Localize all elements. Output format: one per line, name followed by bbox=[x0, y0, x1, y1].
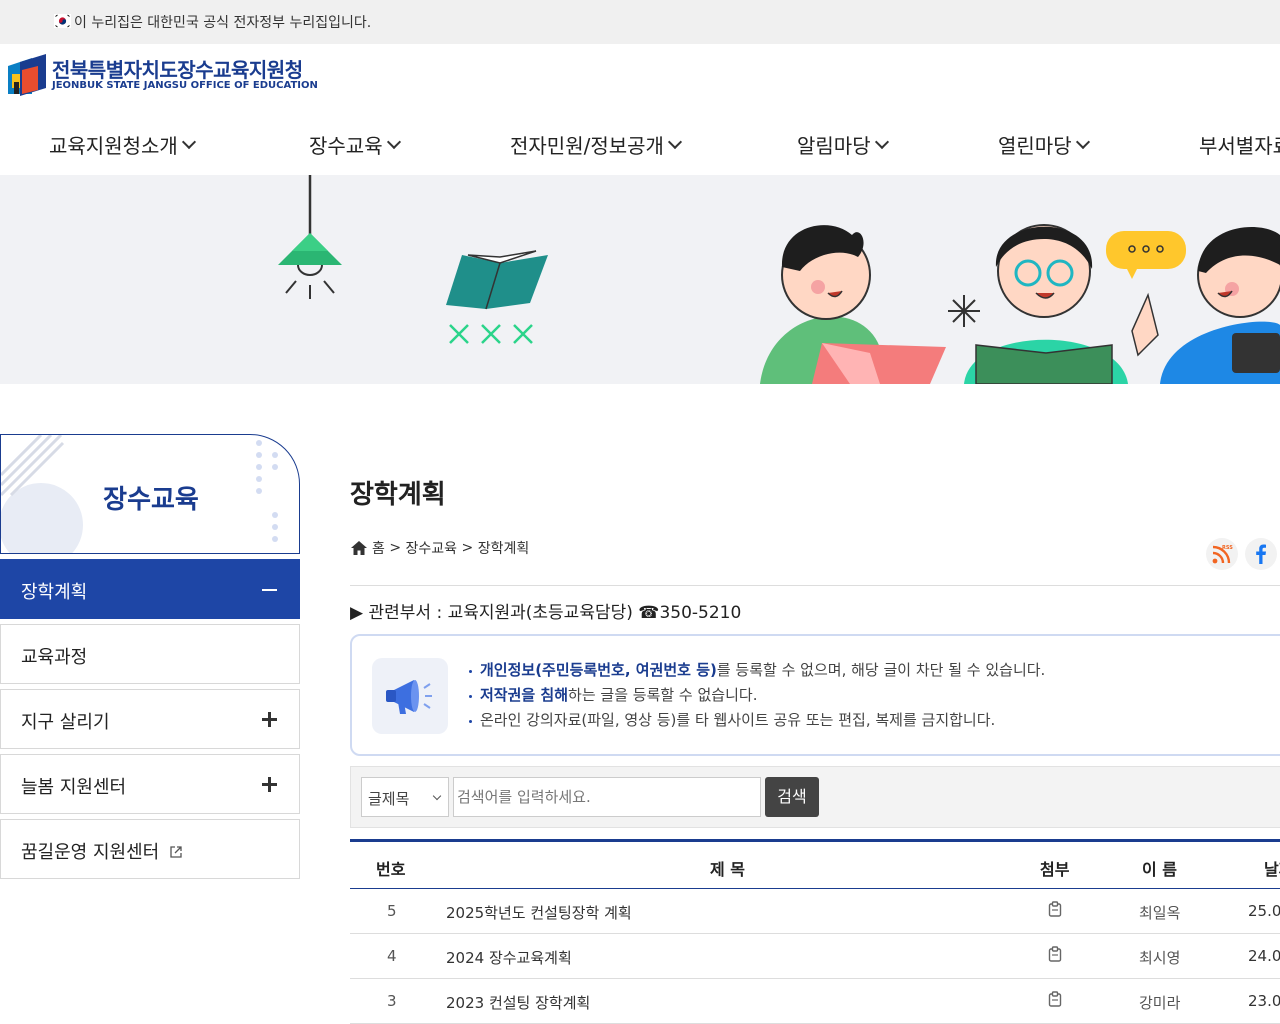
lnb-item-label: 장학계획 bbox=[21, 582, 88, 603]
lnb-item-dreampath-center[interactable]: 꿈길운영 지원센터 bbox=[0, 819, 300, 879]
table-row: 4 2024 장수교육계획 최시영 24.0 bbox=[350, 934, 1280, 979]
col-title: 제 목 bbox=[710, 860, 746, 879]
gnb-label: 부서별자료 bbox=[1199, 134, 1280, 158]
notice-text: 하는 글을 등록할 수 없습니다. bbox=[568, 686, 758, 704]
lnb-item-label: 교육과정 bbox=[21, 647, 88, 668]
gov-banner-text: 이 누리집은 대한민국 공식 전자정부 누리집입니다. bbox=[74, 15, 372, 31]
chevron-down-icon bbox=[181, 134, 196, 149]
row-date: 23.0 bbox=[1248, 992, 1280, 1010]
col-num: 번호 bbox=[376, 860, 406, 879]
notice-emphasis: 개인정보(주민등록번호, 여권번호 등) bbox=[480, 661, 717, 679]
korea-flag-icon bbox=[54, 14, 71, 28]
lnb-item-curriculum[interactable]: 교육과정 bbox=[0, 624, 300, 684]
notice-emphasis: 저작권을 침해 bbox=[480, 686, 569, 704]
gnb-label: 장수교육 bbox=[309, 134, 383, 158]
row-date: 25.0 bbox=[1248, 902, 1280, 920]
megaphone-icon bbox=[386, 680, 432, 714]
chevron-down-icon bbox=[667, 134, 683, 149]
table-header: 번호 제 목 첨부 이 름 날짜 bbox=[350, 839, 1280, 889]
row-num: 3 bbox=[387, 992, 397, 1010]
table-row: 5 2025학년도 컨설팅장학 계획 최일옥 25.0 bbox=[350, 889, 1280, 934]
gnb-label: 알림마당 bbox=[797, 134, 871, 158]
row-author: 강미라 bbox=[1139, 994, 1181, 1012]
notice-box: 개인정보(주민등록번호, 여권번호 등)를 등록할 수 없으며, 해당 글이 차… bbox=[350, 634, 1280, 756]
lnb-item-text: 꿈길운영 지원센터 bbox=[21, 842, 160, 863]
lnb-item-label: 지구 살리기 bbox=[21, 712, 110, 733]
row-num: 5 bbox=[387, 902, 397, 920]
col-date: 날짜 bbox=[1264, 860, 1280, 879]
facebook-icon bbox=[1256, 544, 1266, 564]
row-num: 4 bbox=[387, 947, 397, 965]
row-author: 최일옥 bbox=[1139, 904, 1181, 922]
related-department: ▶ 관련부서 : 교육지원과(초등교육담당) ☎350-5210 bbox=[350, 603, 742, 623]
row-title-link[interactable]: 2023 컨설팅 장학계획 bbox=[446, 992, 590, 1013]
expand-icon bbox=[262, 712, 277, 727]
col-attach: 첨부 bbox=[1040, 860, 1070, 879]
breadcrumb-section[interactable]: 장수교육 bbox=[406, 538, 458, 558]
gnb-label: 교육지원청소개 bbox=[49, 134, 178, 158]
external-link-icon bbox=[170, 846, 182, 858]
row-date: 24.0 bbox=[1248, 947, 1280, 965]
gnb-item-jangsu-edu[interactable]: 장수교육 bbox=[309, 130, 401, 159]
breadcrumb: 홈 > 장수교육 > 장학계획 bbox=[350, 538, 529, 558]
gov-banner: 이 누리집은 대한민국 공식 전자정부 누리집입니다. bbox=[0, 0, 1280, 44]
lnb-item-save-earth[interactable]: 지구 살리기 bbox=[0, 689, 300, 749]
search-input[interactable] bbox=[453, 777, 761, 817]
notice-text: 온라인 강의자료(파일, 영상 등)를 타 웹사이트 공유 또는 편집, 복제를… bbox=[480, 711, 996, 729]
collapse-icon bbox=[262, 589, 277, 591]
chevron-down-icon bbox=[386, 134, 401, 149]
main-nav: 교육지원청소개 장수교육 전자민원/정보공개 알림마당 열린마당 부서별자료 bbox=[0, 118, 1280, 174]
rss-icon: RSS bbox=[1212, 545, 1233, 564]
lnb-item-label: 꿈길운영 지원센터 bbox=[21, 838, 183, 864]
gnb-item-notice[interactable]: 알림마당 bbox=[797, 130, 889, 159]
svg-text:RSS: RSS bbox=[1222, 545, 1233, 551]
search-form: 글제목 검색 bbox=[350, 766, 1280, 828]
search-field-select[interactable]: 글제목 bbox=[361, 777, 449, 817]
gnb-item-civil[interactable]: 전자민원/정보공개 bbox=[510, 130, 683, 159]
sub-visual-banner bbox=[0, 175, 1280, 384]
row-author: 최시영 bbox=[1139, 949, 1181, 967]
breadcrumb-separator: > bbox=[457, 540, 478, 556]
col-name: 이 름 bbox=[1142, 860, 1178, 879]
lnb-item-neulbom-center[interactable]: 늘봄 지원센터 bbox=[0, 754, 300, 814]
home-icon bbox=[351, 541, 367, 555]
notice-item: 저작권을 침해하는 글을 등록할 수 없습니다. bbox=[466, 683, 1045, 708]
breadcrumb-current: 장학계획 bbox=[477, 541, 530, 557]
lnb-title-box: 장수교육 bbox=[0, 434, 300, 554]
notice-list: 개인정보(주민등록번호, 여권번호 등)를 등록할 수 없으며, 해당 글이 차… bbox=[466, 658, 1045, 733]
lnb-title: 장수교육 bbox=[103, 485, 199, 515]
row-title-link[interactable]: 2024 장수교육계획 bbox=[446, 947, 572, 968]
notice-item: 온라인 강의자료(파일, 영상 등)를 타 웹사이트 공유 또는 편집, 복제를… bbox=[466, 708, 1045, 733]
notice-icon-box bbox=[372, 658, 448, 734]
attachment-icon[interactable] bbox=[1048, 946, 1062, 962]
table-row: 3 2023 컨설팅 장학계획 강미라 23.0 bbox=[350, 979, 1280, 1024]
gnb-item-intro[interactable]: 교육지원청소개 bbox=[49, 130, 196, 159]
page-title: 장학계획 bbox=[350, 480, 446, 510]
content-divider bbox=[350, 585, 1280, 586]
chevron-down-icon bbox=[1075, 134, 1090, 149]
gnb-label: 전자민원/정보공개 bbox=[510, 134, 664, 158]
breadcrumb-separator: > bbox=[384, 540, 406, 556]
breadcrumb-home[interactable]: 홈 bbox=[372, 538, 385, 558]
rss-button[interactable]: RSS bbox=[1206, 538, 1238, 570]
search-button[interactable]: 검색 bbox=[765, 777, 819, 817]
banner-illustration bbox=[278, 175, 1280, 384]
lnb-item-label: 늘봄 지원센터 bbox=[21, 777, 127, 798]
attachment-icon[interactable] bbox=[1048, 991, 1062, 1007]
office-name-ko: 전북특별자치도장수교육지원청 bbox=[52, 58, 303, 82]
facebook-share-button[interactable] bbox=[1245, 538, 1277, 570]
gnb-label: 열린마당 bbox=[998, 134, 1072, 158]
notice-item: 개인정보(주민등록번호, 여권번호 등)를 등록할 수 없으며, 해당 글이 차… bbox=[466, 658, 1045, 683]
chevron-down-icon bbox=[874, 134, 889, 149]
gnb-item-open[interactable]: 열린마당 bbox=[998, 130, 1090, 159]
row-title-link[interactable]: 2025학년도 컨설팅장학 계획 bbox=[446, 902, 632, 923]
lnb-item-scholarship-plan[interactable]: 장학계획 bbox=[0, 559, 300, 619]
office-name-en: JEONBUK STATE JANGSU OFFICE OF EDUCATION bbox=[52, 80, 318, 91]
attachment-icon[interactable] bbox=[1048, 901, 1062, 917]
notice-text: 를 등록할 수 없으며, 해당 글이 차단 될 수 있습니다. bbox=[716, 661, 1046, 679]
office-logo-icon bbox=[8, 54, 46, 96]
expand-icon bbox=[262, 777, 277, 792]
gnb-item-dept[interactable]: 부서별자료 bbox=[1199, 130, 1280, 159]
